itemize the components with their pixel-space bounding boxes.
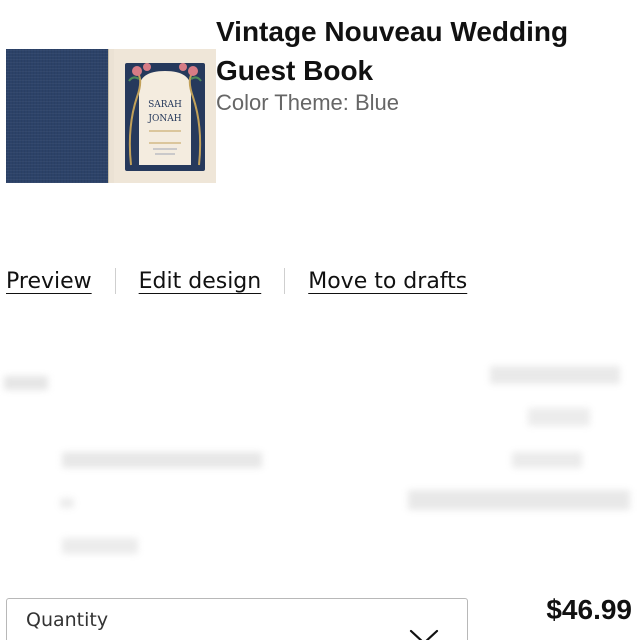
product-title: Vintage Nouveau Wedding Guest Book [216,16,569,86]
nouveau-frame-illustration: SARAH JONAH [125,63,205,171]
edit-design-link[interactable]: Edit design [139,269,262,294]
chevron-down-icon [409,629,439,640]
quantity-label: Quantity [26,609,109,631]
blurred-block [528,408,590,426]
blurred-block [62,452,262,468]
move-to-drafts-link[interactable]: Move to drafts [308,269,467,294]
blurred-block [408,490,630,510]
blurred-block [490,366,620,384]
blurred-block [4,376,48,390]
product-thumbnail[interactable]: SARAH JONAH [6,49,216,183]
guest-book-page: SARAH JONAH [114,49,216,183]
product-price: $46.99 [546,594,632,625]
blurred-block [512,452,582,468]
product-actions: Preview Edit design Move to drafts [6,264,467,298]
blurred-block [60,498,74,508]
guest-book-cover [6,49,108,183]
blurred-block [62,538,138,554]
quantity-select[interactable]: Quantity [6,598,468,640]
action-divider [284,268,286,294]
thumb-name-1: SARAH [148,100,182,110]
action-divider [114,268,116,294]
thumb-name-2: JONAH [147,114,181,124]
preview-link[interactable]: Preview [6,269,92,294]
product-color-theme: Color Theme: Blue [216,90,400,115]
